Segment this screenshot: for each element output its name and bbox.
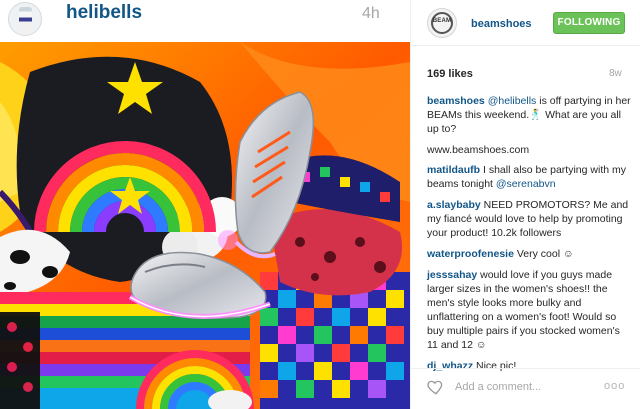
comment: jesssahay would love if you guys made la… xyxy=(427,268,633,352)
comment: matildaufb I shall also be partying with… xyxy=(427,163,633,191)
comment-text: would love if you guys made larger sizes… xyxy=(427,269,620,351)
post-header: helibells 4h xyxy=(0,0,410,42)
poster-username[interactable]: helibells xyxy=(66,2,142,24)
poster-avatar[interactable] xyxy=(8,2,42,36)
comments-list: beamshoes @helibells is off partying in … xyxy=(427,94,633,380)
add-comment-input[interactable]: Add a comment... xyxy=(455,381,541,393)
post-age: 8w xyxy=(609,68,622,79)
comment-mention[interactable]: @serenabvn xyxy=(496,178,556,190)
likes-count[interactable]: 169 likes xyxy=(427,68,473,80)
following-button[interactable]: FOLLOWING xyxy=(553,12,625,34)
panel-header: BEAM beamshoes FOLLOWING xyxy=(411,0,640,46)
comment-username[interactable]: matildaufb xyxy=(427,164,480,176)
comment-url: www.beamshoes.com xyxy=(427,143,633,157)
comment-text: Very cool ☺ xyxy=(513,248,574,260)
add-comment-bar: Add a comment... ooo xyxy=(411,368,640,409)
comment-text: www.beamshoes.com xyxy=(427,144,530,156)
comment-username[interactable]: beamshoes xyxy=(427,95,485,107)
post-photo[interactable] xyxy=(0,42,410,409)
more-options-icon[interactable]: ooo xyxy=(604,380,625,392)
comment: waterproofenesie Very cool ☺ xyxy=(427,247,633,261)
post-time: 4h xyxy=(362,5,380,22)
post-details-panel: BEAM beamshoes FOLLOWING 169 likes 8w be… xyxy=(410,0,640,409)
comment-username[interactable]: a.slaybaby xyxy=(427,199,481,211)
panel-username[interactable]: beamshoes xyxy=(471,18,532,30)
comment-mention[interactable]: @helibells xyxy=(488,95,537,107)
comment-username[interactable]: waterproofenesie xyxy=(427,248,514,260)
brand-logo-text: BEAM xyxy=(432,18,452,24)
comment-username[interactable]: jesssahay xyxy=(427,269,477,281)
comment-caption: beamshoes @helibells is off partying in … xyxy=(427,94,633,136)
beamshoes-avatar[interactable]: BEAM xyxy=(427,8,457,38)
comment: a.slaybaby NEED PROMOTORS? Me and my fia… xyxy=(427,198,633,240)
heart-icon[interactable] xyxy=(427,378,445,396)
